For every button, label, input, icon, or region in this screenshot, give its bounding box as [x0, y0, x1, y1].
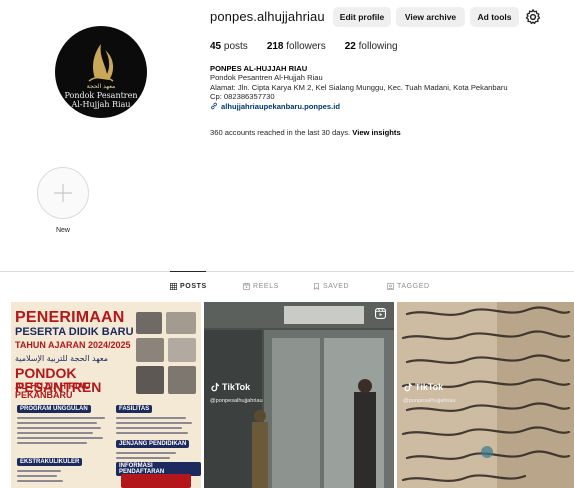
post-tile-admission-poster[interactable]: PENERIMAAN PESERTA DIDIK BARU TAHUN AJAR… — [11, 302, 201, 488]
tab-tagged-label: TAGGED — [397, 283, 430, 290]
posts-label: posts — [223, 41, 248, 52]
poster-extracurricular-heading: EKSTRAKULIKULER — [17, 458, 83, 466]
posts-count: 45 — [210, 41, 222, 52]
bio-line3: Cp: 082386357730 — [210, 92, 275, 102]
tab-reels-label: REELS — [253, 283, 279, 290]
poster-facility-heading: FASILITAS — [116, 405, 153, 413]
profile-stats: 45 posts 218 followers 22 following — [210, 41, 417, 52]
tiktok-label: TikTok — [415, 382, 444, 392]
followers-count: 218 — [266, 41, 284, 52]
tab-saved[interactable]: SAVED — [313, 283, 349, 290]
tab-tagged[interactable]: TAGGED — [387, 283, 430, 290]
tagged-icon — [387, 283, 394, 290]
tab-posts[interactable]: POSTS — [170, 283, 207, 290]
new-highlight-button[interactable] — [37, 167, 89, 219]
profile-avatar[interactable]: معهد الحجة Pondok Pesantren Al-Hujjah Ri… — [55, 26, 147, 118]
tiktok-watermark: TikTok — [210, 382, 250, 392]
following-stat[interactable]: 22 following — [345, 41, 398, 52]
poster-title: PENERIMAAN — [15, 309, 125, 326]
poster-facility-list — [116, 417, 196, 437]
poster-subtitle: PESERTA DIDIK BARU — [15, 326, 134, 338]
bio-website-link[interactable]: alhujjahriaupekanbaru.ponpes.id — [210, 102, 570, 111]
bio-name: PONPES AL-HUJJAH RIAU — [210, 64, 308, 73]
tab-reels[interactable]: REELS — [243, 283, 279, 290]
new-highlight-label: New — [55, 227, 70, 234]
tiktok-label: TikTok — [222, 382, 251, 392]
bookmark-icon — [314, 283, 319, 290]
post-tile-video-building[interactable]: TikTok @ponpesalhujjahriau — [204, 302, 394, 488]
following-label: following — [358, 41, 398, 52]
view-archive-button[interactable]: View archive — [396, 7, 465, 27]
poster-contact-box — [121, 474, 191, 488]
poster-year: TAHUN AJARAN 2024/2025 — [15, 340, 131, 350]
plus-icon — [54, 184, 72, 202]
bio-line2: Alamat: Jln. Cipta Karya KM 2, Kel Siala… — [210, 82, 508, 92]
link-icon — [211, 103, 217, 110]
avatar-line1: Pondok Pesantren — [64, 91, 138, 100]
poster-program-heading: PROGRAM UNGGULAN — [17, 405, 91, 413]
poster-arabic: معهد الحجة للتربية الإسلامية — [15, 354, 109, 363]
avatar-line2: Al-Hujjah Riau — [71, 100, 131, 109]
reels-icon — [243, 283, 250, 290]
ad-tools-button[interactable]: Ad tools — [470, 7, 519, 27]
quran-page-thumbnail — [397, 302, 574, 488]
reach-summary: 360 accounts reached in the last 30 days… — [210, 128, 401, 137]
tab-saved-label: SAVED — [323, 283, 350, 290]
grid-icon — [170, 283, 177, 290]
poster-school-sub: AL-HUJJAH RIAU PEKANBARU — [15, 381, 91, 400]
settings-gear-icon[interactable] — [524, 8, 542, 26]
followers-label: followers — [286, 41, 326, 52]
following-count: 22 — [344, 41, 356, 52]
tab-posts-label: POSTS — [180, 283, 207, 290]
tabs-divider — [0, 271, 574, 272]
tiktok-handle: @ponpesalhujjahriau — [403, 398, 456, 404]
poster-photo-collage — [136, 312, 196, 398]
avatar-arabic-text: معهد الحجة — [86, 83, 116, 90]
reach-text: 360 accounts reached in the last 30 days… — [210, 128, 351, 137]
video-thumbnail — [204, 302, 394, 488]
active-tab-indicator — [170, 271, 206, 272]
tiktok-watermark: TikTok — [403, 382, 443, 392]
profile-username: ponpes.alhujjahriau — [210, 9, 325, 24]
view-insights-link[interactable]: View insights — [352, 128, 400, 137]
followers-stat[interactable]: 218 followers — [267, 41, 326, 52]
reel-indicator-icon — [375, 308, 386, 319]
poster-program-list — [17, 417, 107, 447]
posts-stat: 45 posts — [210, 41, 248, 52]
bio-line1: Pondok Pesantren Al-Hujjah Riau — [210, 73, 323, 83]
tiktok-icon — [211, 382, 220, 392]
poster-level-heading: JENJANG PENDIDIKAN — [116, 440, 190, 448]
tiktok-handle: @ponpesalhujjahriau — [210, 398, 263, 404]
profile-bio: PONPES AL-HUJJAH RIAU Pondok Pesantren A… — [210, 64, 570, 111]
poster-extracurricular-list — [17, 470, 107, 485]
tiktok-icon — [404, 382, 413, 392]
post-tile-video-quran[interactable]: TikTok @ponpesalhujjahriau — [397, 302, 574, 488]
bio-link-text: alhujjahriaupekanbaru.ponpes.id — [221, 101, 340, 111]
edit-profile-button[interactable]: Edit profile — [333, 7, 391, 27]
poster-level-list — [116, 452, 186, 462]
